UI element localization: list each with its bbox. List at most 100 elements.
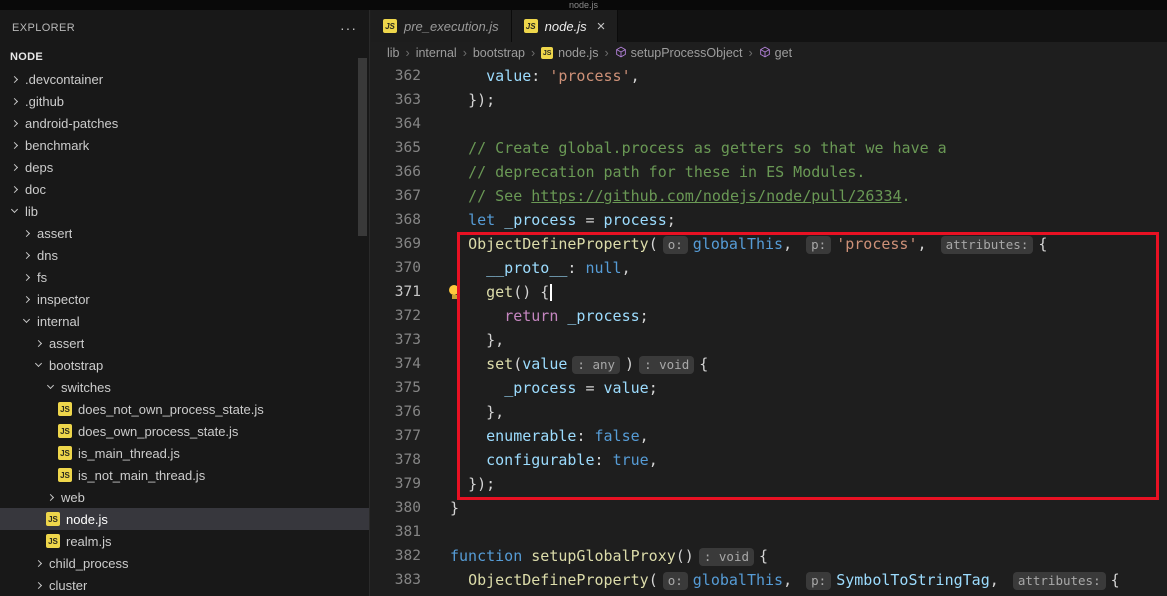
code-line-380[interactable]: 380} [371,496,1167,520]
breadcrumb-item-node.js[interactable]: JSnode.js [541,46,598,60]
code-line-367[interactable]: 367 // See https://github.com/nodejs/nod… [371,184,1167,208]
chevron-right-icon [11,163,18,170]
code-line-375[interactable]: 375 _process = value; [371,376,1167,400]
line-number[interactable]: 382 [371,544,421,568]
code-line-371[interactable]: 371 get() { [371,280,1167,304]
tree-item-label: is_not_main_thread.js [78,468,205,483]
tab-node.js[interactable]: JSnode.js× [512,10,619,42]
tree-item-is_not_main_thread.js[interactable]: JSis_not_main_thread.js [0,464,369,486]
tree-item-cluster[interactable]: cluster [0,574,369,596]
line-number[interactable]: 370 [371,256,421,280]
tree-item-.github[interactable]: .github [0,90,369,112]
breadcrumb-item-bootstrap[interactable]: bootstrap [473,46,525,60]
token: ObjectDefineProperty [468,235,649,253]
tree-item-dns[interactable]: dns [0,244,369,266]
tree-item-label: assert [49,336,84,351]
line-number[interactable]: 379 [371,472,421,496]
tree-item-bootstrap[interactable]: bootstrap [0,354,369,376]
more-actions-icon[interactable]: ··· [340,20,357,36]
breadcrumb-item-get[interactable]: get [759,46,792,61]
line-number[interactable]: 375 [371,376,421,400]
sidebar-scrollbar-thumb[interactable] [358,58,367,236]
line-number[interactable]: 378 [371,448,421,472]
tree-item-lib[interactable]: lib [0,200,369,222]
code-line-368[interactable]: 368 let _process = process; [371,208,1167,232]
tree-item-fs[interactable]: fs [0,266,369,288]
text-cursor [550,284,552,301]
line-number[interactable]: 380 [371,496,421,520]
tree-item-.devcontainer[interactable]: .devcontainer [0,68,369,90]
line-number[interactable]: 366 [371,160,421,184]
tree-item-label: does_not_own_process_state.js [78,402,264,417]
line-number[interactable]: 377 [371,424,421,448]
breadcrumb-item-setupProcessObject[interactable]: setupProcessObject [615,46,743,61]
tab-pre_execution.js[interactable]: JSpre_execution.js [371,10,512,42]
tree-item-realm.js[interactable]: JSrealm.js [0,530,369,552]
tree-item-label: node.js [66,512,108,527]
code-line-379[interactable]: 379 }); [371,472,1167,496]
line-number[interactable]: 383 [371,568,421,592]
line-number[interactable]: 373 [371,328,421,352]
breadcrumb-item-internal[interactable]: internal [416,46,457,60]
line-number[interactable]: 363 [371,88,421,112]
tree-item-is_main_thread.js[interactable]: JSis_main_thread.js [0,442,369,464]
line-number[interactable]: 365 [371,136,421,160]
line-number[interactable]: 371 [371,280,421,304]
code-line-383[interactable]: 383 ObjectDefineProperty(o:globalThis, p… [371,568,1167,592]
code-line-373[interactable]: 373 }, [371,328,1167,352]
tree-item-label: benchmark [25,138,89,153]
code-line-366[interactable]: 366 // deprecation path for these in ES … [371,160,1167,184]
code-line-370[interactable]: 370 __proto__: null, [371,256,1167,280]
code-line-378[interactable]: 378 configurable: true, [371,448,1167,472]
code-line-382[interactable]: 382function setupGlobalProxy(): void{ [371,544,1167,568]
line-number[interactable]: 368 [371,208,421,232]
code-line-369[interactable]: 369 ObjectDefineProperty(o:globalThis, p… [371,232,1167,256]
line-number[interactable]: 372 [371,304,421,328]
tree-item-assert[interactable]: assert [0,332,369,354]
tree-item-does_own_process_state.js[interactable]: JSdoes_own_process_state.js [0,420,369,442]
code-line-365[interactable]: 365 // Create global.process as getters … [371,136,1167,160]
code-line-364[interactable]: 364 [371,112,1167,136]
tree-item-label: deps [25,160,53,175]
code-line-377[interactable]: 377 enumerable: false, [371,424,1167,448]
line-number[interactable]: 369 [371,232,421,256]
line-number[interactable]: 381 [371,520,421,544]
breadcrumb: lib›internal›bootstrap›JSnode.js›setupPr… [371,42,1167,64]
code-line-376[interactable]: 376 }, [371,400,1167,424]
token: } [450,499,459,517]
token [450,451,486,469]
breadcrumb-separator-icon: › [531,46,535,60]
code-line-372[interactable]: 372 return _process; [371,304,1167,328]
line-number[interactable]: 364 [371,112,421,136]
tree-item-internal[interactable]: internal [0,310,369,332]
tree-item-inspector[interactable]: inspector [0,288,369,310]
tree-item-web[interactable]: web [0,486,369,508]
line-number[interactable]: 374 [371,352,421,376]
line-number[interactable]: 362 [371,64,421,88]
tree-item-android-patches[interactable]: android-patches [0,112,369,134]
line-number[interactable]: 376 [371,400,421,424]
js-file-icon: JS [383,19,397,33]
tree-item-does_not_own_process_state.js[interactable]: JSdoes_not_own_process_state.js [0,398,369,420]
tree-item-child_process[interactable]: child_process [0,552,369,574]
tree-item-node.js[interactable]: JSnode.js [0,508,369,530]
line-number[interactable]: 367 [371,184,421,208]
chevron-right-icon [11,185,18,192]
code-line-374[interactable]: 374 set(value: any): void{ [371,352,1167,376]
inlay-hint: : void [639,356,694,374]
tree-item-switches[interactable]: switches [0,376,369,398]
tree-item-benchmark[interactable]: benchmark [0,134,369,156]
breadcrumb-item-lib[interactable]: lib [387,46,400,60]
close-icon[interactable]: × [597,19,606,34]
lightbulb-icon[interactable] [447,285,461,301]
code-line-363[interactable]: 363 }); [371,88,1167,112]
code-line-381[interactable]: 381 [371,520,1167,544]
tree-item-deps[interactable]: deps [0,156,369,178]
code-line-362[interactable]: 362 value: 'process', [371,64,1167,88]
code-editor[interactable]: 362 value: 'process',363 });364365 // Cr… [371,64,1167,596]
token [450,475,468,493]
section-header-node[interactable]: NODE [0,46,369,68]
tree-item-assert[interactable]: assert [0,222,369,244]
tree-item-doc[interactable]: doc [0,178,369,200]
inlay-hint: p: [806,572,831,590]
